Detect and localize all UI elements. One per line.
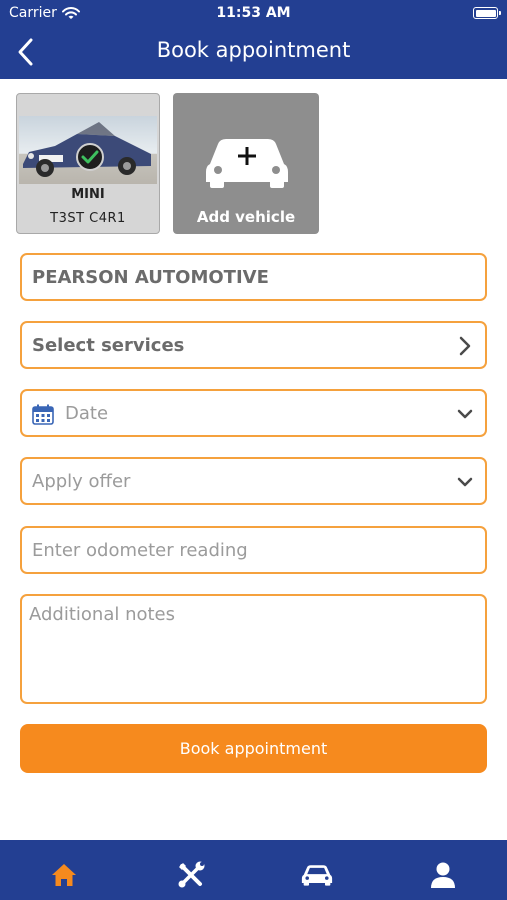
garage-field[interactable]: PEARSON AUTOMOTIVE (20, 253, 487, 301)
tab-home[interactable] (48, 860, 80, 890)
vehicle-make: MINI (71, 187, 105, 202)
date-field[interactable]: Date (20, 389, 487, 437)
car-icon (301, 865, 333, 886)
book-appointment-button[interactable]: Book appointment (20, 724, 487, 773)
chevron-down-icon (457, 409, 473, 419)
odometer-input[interactable]: Enter odometer reading (20, 526, 487, 574)
vehicle-registration: T3ST C4R1 (50, 211, 126, 226)
battery-icon (473, 7, 501, 19)
chevron-down-icon (457, 477, 473, 487)
apply-offer-placeholder: Apply offer (32, 471, 131, 492)
tab-bar (0, 840, 507, 900)
page-title: Book appointment (156, 38, 351, 62)
home-icon (52, 864, 76, 886)
user-icon (431, 862, 455, 888)
garage-name: PEARSON AUTOMOTIVE (32, 267, 269, 288)
vehicle-card-mini[interactable]: MINI T3ST C4R1 (16, 93, 160, 234)
odometer-placeholder: Enter odometer reading (32, 540, 248, 561)
tools-icon (178, 861, 205, 888)
tab-profile[interactable] (427, 860, 459, 890)
notes-placeholder: Additional notes (29, 604, 176, 625)
chevron-right-icon (459, 336, 471, 356)
app-header: Carrier 11:53 AM Book appointment (0, 0, 507, 79)
select-services-label: Select services (32, 335, 185, 356)
clock: 11:53 AM (216, 5, 291, 21)
tab-services[interactable] (175, 860, 207, 890)
car-plus-icon (206, 139, 288, 188)
additional-notes-input[interactable]: Additional notes (20, 594, 487, 704)
tab-vehicles[interactable] (301, 860, 333, 890)
add-vehicle-button[interactable]: Add vehicle (173, 93, 319, 234)
apply-offer-field[interactable]: Apply offer (20, 457, 487, 505)
date-placeholder: Date (65, 403, 109, 424)
selected-check-icon (76, 143, 104, 171)
select-services-field[interactable]: Select services (20, 321, 487, 369)
calendar-icon (32, 404, 54, 425)
status-bar: Carrier 11:53 AM (0, 0, 507, 28)
add-vehicle-label: Add vehicle (196, 208, 296, 226)
